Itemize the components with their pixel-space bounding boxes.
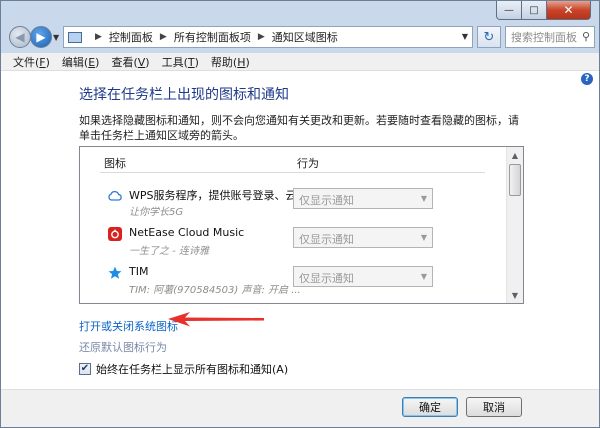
scroll-up-icon[interactable]: ▲ — [507, 147, 523, 163]
page-description: 如果选择隐藏图标和通知，则不会向您通知有关更改和更新。若要随时查看隐藏的图标，请… — [79, 114, 519, 142]
list-item: TIM TIM: 阿薯(970584503) 声音: 开启 ... 仅显示通知 ▼ — [80, 263, 505, 301]
column-header-icon: 图标 — [104, 157, 126, 170]
behavior-select[interactable]: 仅显示通知 ▼ — [293, 227, 433, 248]
app-name: TIM — [129, 265, 149, 278]
annotation-arrow-icon — [168, 312, 264, 327]
back-arrow-icon: ◀ — [15, 30, 25, 44]
tim-icon — [108, 266, 122, 280]
scroll-down-icon[interactable]: ▼ — [507, 287, 523, 303]
search-placeholder: 搜索控制面板 — [511, 31, 577, 44]
app-name: NetEase Cloud Music — [129, 226, 245, 239]
chevron-down-icon: ▼ — [420, 272, 427, 281]
address-dropdown-icon[interactable]: ▼ — [462, 32, 468, 41]
forward-arrow-icon: ▶ — [36, 30, 46, 44]
control-panel-window: — □ ✕ ◀ ▶ ▼ ▶ 控制面板 ▶ 所有控制面板项 ▶ 通知区域图标 ▼ … — [0, 0, 600, 428]
breadcrumb-separator-icon[interactable]: ▶ — [160, 32, 167, 42]
always-show-checkbox[interactable]: ✔ — [79, 363, 91, 375]
header-divider — [100, 172, 485, 173]
chevron-down-icon: ▼ — [420, 233, 427, 242]
scroll-thumb[interactable] — [509, 164, 521, 196]
list-item: WPS服务程序，提供账号登录、云... 让你学长5G 仅显示通知 ▼ — [80, 185, 505, 223]
navigation-bar: ◀ ▶ ▼ ▶ 控制面板 ▶ 所有控制面板项 ▶ 通知区域图标 ▼ ↻ 搜索控制… — [1, 23, 599, 51]
forward-button[interactable]: ▶ — [30, 26, 52, 48]
breadcrumb-notification-icons[interactable]: 通知区域图标 — [272, 29, 338, 45]
control-panel-icon — [68, 31, 82, 43]
help-icon[interactable]: ? — [581, 73, 593, 85]
page-title: 选择在任务栏上出现的图标和通知 — [79, 87, 289, 103]
column-header-behavior: 行为 — [297, 157, 319, 170]
always-show-checkbox-row[interactable]: ✔ 始终在任务栏上显示所有图标和通知(A) — [79, 361, 288, 377]
content-pane: ? 选择在任务栏上出现的图标和通知 如果选择隐藏图标和通知，则不会向您通知有关更… — [1, 71, 599, 389]
back-button[interactable]: ◀ — [9, 26, 31, 48]
menu-bar: 文件(F) 编辑(E) 查看(V) 工具(T) 帮助(H) — [1, 53, 599, 71]
always-show-label[interactable]: 始终在任务栏上显示所有图标和通知(A) — [96, 361, 288, 377]
app-status: 让你学长5G — [129, 207, 184, 218]
menu-help[interactable]: 帮助(H) — [205, 54, 256, 70]
recent-pages-dropdown[interactable]: ▼ — [53, 33, 59, 42]
menu-file[interactable]: 文件(F) — [7, 54, 56, 70]
netease-music-icon — [108, 227, 122, 241]
app-status: 一生了之 - 连诗雅 — [129, 246, 209, 257]
cloud-icon — [108, 188, 122, 202]
close-button[interactable]: ✕ — [547, 1, 591, 20]
search-input[interactable]: 搜索控制面板 ⚲ — [505, 26, 595, 48]
menu-edit[interactable]: 编辑(E) — [56, 54, 106, 70]
breadcrumb-control-panel[interactable]: 控制面板 — [109, 29, 153, 45]
dialog-footer: 确定 取消 — [1, 389, 599, 427]
notification-icon-list: 图标 行为 WPS服务程序，提供账号登录、云... 让你学长5G 仅显示通知 ▼ … — [79, 146, 524, 304]
menu-view[interactable]: 查看(V) — [105, 54, 155, 70]
refresh-button[interactable]: ↻ — [477, 26, 501, 48]
maximize-button[interactable]: □ — [522, 1, 547, 20]
behavior-select[interactable]: 仅显示通知 ▼ — [293, 188, 433, 209]
refresh-icon: ↻ — [483, 29, 495, 45]
breadcrumb-separator-icon[interactable]: ▶ — [95, 32, 102, 42]
behavior-select[interactable]: 仅显示通知 ▼ — [293, 266, 433, 287]
cancel-button[interactable]: 取消 — [466, 397, 522, 417]
restore-defaults-link[interactable]: 还原默认图标行为 — [79, 339, 167, 355]
breadcrumb-separator-icon[interactable]: ▶ — [258, 32, 265, 42]
menu-tools[interactable]: 工具(T) — [156, 54, 205, 70]
app-name: WPS服务程序，提供账号登录、云... — [129, 189, 307, 202]
vertical-scrollbar[interactable]: ▲ ▼ — [506, 147, 523, 303]
list-item: NetEase Cloud Music 一生了之 - 连诗雅 仅显示通知 ▼ — [80, 224, 505, 262]
breadcrumb-all-items[interactable]: 所有控制面板项 — [174, 29, 251, 45]
search-icon[interactable]: ⚲ — [582, 30, 590, 43]
minimize-button[interactable]: — — [496, 1, 522, 20]
system-icons-link[interactable]: 打开或关闭系统图标 — [79, 318, 178, 334]
ok-button[interactable]: 确定 — [402, 397, 458, 417]
caption-buttons: — □ ✕ — [496, 1, 591, 21]
chevron-down-icon: ▼ — [420, 194, 427, 203]
app-status: TIM: 阿薯(970584503) 声音: 开启 ... — [129, 285, 301, 296]
address-bar[interactable]: ▶ 控制面板 ▶ 所有控制面板项 ▶ 通知区域图标 ▼ — [63, 26, 473, 48]
